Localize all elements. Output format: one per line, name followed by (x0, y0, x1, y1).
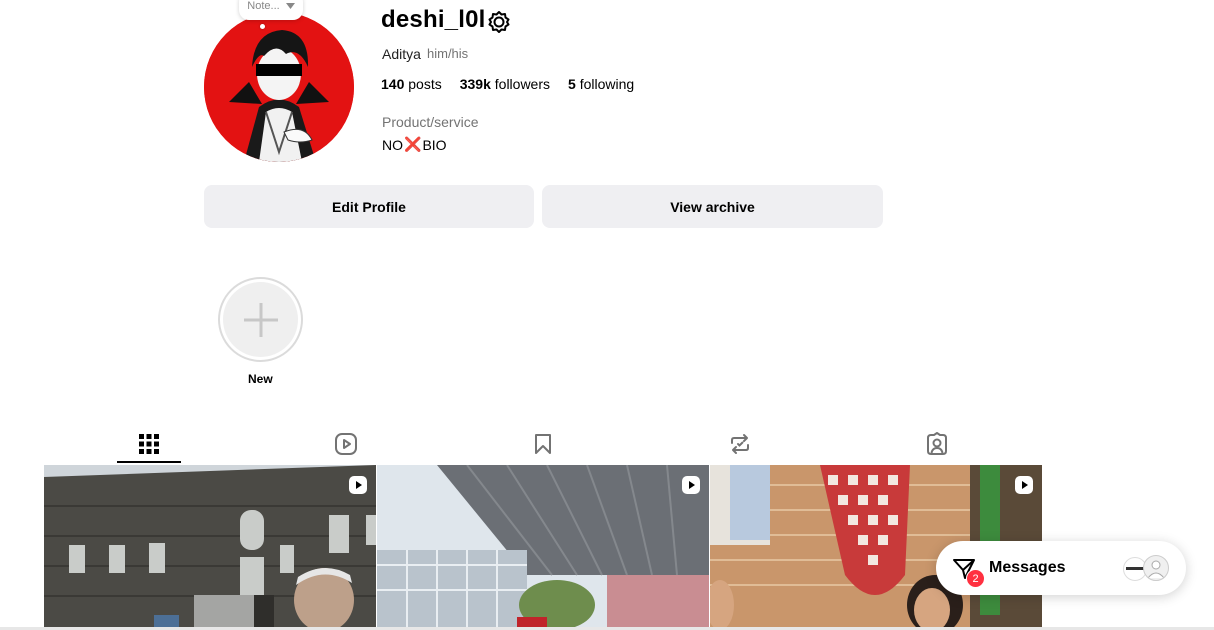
profile-pronouns: him/his (427, 46, 469, 61)
profile-full-name: Aditya (382, 46, 421, 62)
new-highlight-button[interactable] (218, 277, 303, 362)
profile-bio: NO ❌ BIO (382, 136, 447, 153)
reel-badge-icon (349, 476, 367, 494)
reel-badge-icon (682, 476, 700, 494)
following-label: following (579, 76, 635, 92)
cross-mark-emoji: ❌ (404, 136, 422, 152)
active-tab-indicator (117, 461, 181, 463)
note-bubble-tail (260, 24, 265, 29)
bio-suffix: BIO (422, 136, 447, 153)
settings-gear-icon[interactable] (487, 10, 511, 34)
reposts-icon (731, 434, 749, 454)
reels-icon (335, 433, 357, 455)
following-count: 5 (568, 76, 576, 92)
tab-reels[interactable] (314, 426, 378, 462)
profile-avatar[interactable] (204, 12, 354, 162)
followers-count: 339k (459, 76, 491, 92)
conversation-avatar (1143, 555, 1169, 581)
note-bubble[interactable]: Note... (239, 0, 303, 20)
note-label: Note... (247, 0, 280, 12)
plus-icon (243, 302, 278, 337)
posts-count: 140 (381, 76, 405, 92)
post-image-building (44, 465, 376, 630)
post-image-shed (377, 465, 709, 630)
tab-posts[interactable] (117, 426, 181, 462)
posts-label: posts (408, 76, 442, 92)
followers-label: followers (494, 76, 551, 92)
messages-label: Messages (989, 559, 1066, 576)
post-thumbnail[interactable] (44, 465, 376, 630)
profile-category: Product/service (382, 114, 479, 130)
following-stat[interactable]: 5 following (568, 76, 634, 92)
followers-stat[interactable]: 339k followers (460, 76, 550, 92)
messages-drawer-button[interactable]: 2 Messages (936, 541, 1186, 595)
reel-badge-icon (1015, 476, 1033, 494)
profile-stats: 140 posts 339k followers 5 following (381, 76, 634, 92)
bio-prefix: NO (382, 136, 403, 153)
edit-profile-button[interactable]: Edit Profile (204, 185, 534, 228)
avatar-logo-mark (1126, 567, 1144, 570)
tab-reposts[interactable] (708, 426, 772, 462)
tab-saved[interactable] (511, 426, 575, 462)
caret-down-icon (285, 3, 295, 9)
default-user-icon (1147, 560, 1165, 579)
view-archive-button[interactable]: View archive (542, 185, 883, 228)
profile-username: deshi_l0l (381, 6, 486, 33)
avatar-illustration (204, 12, 354, 162)
posts-stat: 140 posts (381, 76, 442, 92)
unread-badge: 2 (966, 569, 985, 588)
new-highlight-circle (223, 282, 298, 357)
tagged-person-icon (927, 432, 947, 455)
new-highlight-label: New (248, 372, 273, 386)
post-thumbnail[interactable] (377, 465, 709, 630)
saved-bookmark-icon (535, 434, 551, 454)
tab-tagged[interactable] (905, 426, 969, 462)
posts-grid-icon (139, 434, 159, 454)
